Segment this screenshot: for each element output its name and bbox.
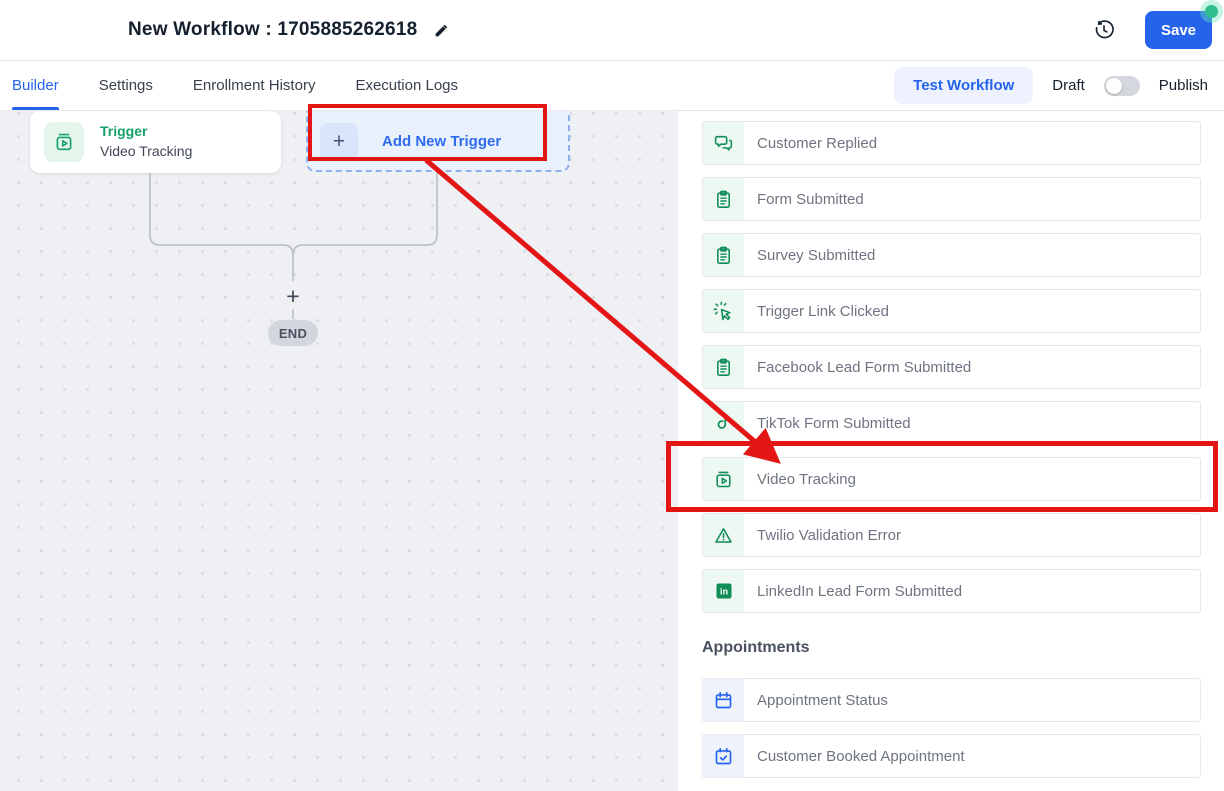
trigger-option-twilio-validation-error[interactable]: Twilio Validation Error [702, 513, 1201, 557]
trigger-option-label: Survey Submitted [757, 247, 875, 264]
clipboard-icon [703, 234, 744, 276]
trigger-node-text: Trigger Video Tracking [100, 122, 192, 161]
tab-execution-logs[interactable]: Execution Logs [355, 61, 458, 110]
clipboard-icon [703, 346, 744, 388]
trigger-option-linkedin-lead-form[interactable]: LinkedIn Lead Form Submitted [702, 569, 1201, 613]
tab-builder[interactable]: Builder [12, 61, 59, 110]
trigger-option-form-submitted[interactable]: Form Submitted [702, 177, 1201, 221]
trigger-picker-panel: Customer Replied Form Submitted Survey S… [678, 111, 1224, 791]
trigger-option-trigger-link-clicked[interactable]: Trigger Link Clicked [702, 289, 1201, 333]
video-tracking-icon [703, 458, 744, 500]
publish-label: Publish [1159, 77, 1208, 94]
trigger-node-title: Trigger [100, 122, 192, 142]
trigger-option-label: Form Submitted [757, 191, 864, 208]
publish-toggle-knob [1106, 78, 1122, 94]
appointments-section-header: Appointments [702, 639, 1224, 657]
trigger-option-label: Facebook Lead Form Submitted [757, 359, 971, 376]
trigger-option-label: TikTok Form Submitted [757, 415, 911, 432]
calendar-check-icon [703, 735, 744, 777]
trigger-option-label: Appointment Status [757, 692, 888, 709]
trigger-option-facebook-lead-form[interactable]: Facebook Lead Form Submitted [702, 345, 1201, 389]
pencil-icon[interactable] [433, 22, 450, 39]
unsaved-changes-dot [1205, 5, 1218, 18]
history-clock-icon[interactable] [1093, 19, 1115, 41]
trigger-option-tiktok-form[interactable]: TikTok Form Submitted [702, 401, 1201, 445]
link-click-icon [703, 290, 744, 332]
trigger-option-customer-replied[interactable]: Customer Replied [702, 121, 1201, 165]
warning-triangle-icon [703, 514, 744, 556]
trigger-option-label: Twilio Validation Error [757, 527, 901, 544]
tab-enrollment-history[interactable]: Enrollment History [193, 61, 316, 110]
tab-settings[interactable]: Settings [99, 61, 153, 110]
workflow-builder-page: New Workflow : 1705885262618 Save Builde [0, 0, 1224, 791]
trigger-option-label: Customer Booked Appointment [757, 748, 965, 765]
trigger-option-appointment-status[interactable]: Appointment Status [702, 678, 1201, 722]
publish-toggle[interactable] [1104, 76, 1140, 96]
chat-icon [703, 122, 744, 164]
clipboard-icon [703, 178, 744, 220]
tab-bar-actions: Test Workflow Draft Publish [894, 67, 1212, 104]
trigger-option-survey-submitted[interactable]: Survey Submitted [702, 233, 1201, 277]
video-tracking-icon [44, 122, 84, 162]
header-actions: Save [1093, 11, 1224, 49]
trigger-option-label: LinkedIn Lead Form Submitted [757, 583, 962, 600]
linkedin-icon [703, 570, 744, 612]
trigger-node-subtitle: Video Tracking [100, 142, 192, 162]
trigger-option-customer-booked-appointment[interactable]: Customer Booked Appointment [702, 734, 1201, 778]
tiktok-icon [703, 402, 744, 444]
header: New Workflow : 1705885262618 Save [0, 0, 1224, 61]
save-button-label: Save [1161, 22, 1196, 39]
trigger-option-label: Video Tracking [757, 471, 856, 488]
test-workflow-button[interactable]: Test Workflow [894, 67, 1033, 104]
workflow-title: New Workflow : 1705885262618 [128, 19, 417, 41]
add-new-trigger-button[interactable]: + Add New Trigger [306, 111, 570, 172]
plus-icon: + [320, 123, 358, 161]
add-new-trigger-label: Add New Trigger [382, 133, 501, 150]
add-step-plus-button[interactable]: + [279, 283, 307, 309]
save-button[interactable]: Save [1145, 11, 1212, 49]
trigger-option-video-tracking[interactable]: Video Tracking [702, 457, 1201, 501]
branch-connector-lines [0, 111, 678, 791]
tabs: Builder Settings Enrollment History Exec… [12, 61, 458, 110]
trigger-option-label: Customer Replied [757, 135, 877, 152]
trigger-option-label: Trigger Link Clicked [757, 303, 889, 320]
workflow-canvas[interactable]: Trigger Video Tracking + Add New Trigger… [0, 111, 678, 791]
trigger-node-card[interactable]: Trigger Video Tracking [30, 111, 281, 173]
draft-label: Draft [1052, 77, 1085, 94]
end-node: END [268, 320, 318, 346]
calendar-icon [703, 679, 744, 721]
tab-bar: Builder Settings Enrollment History Exec… [0, 61, 1224, 111]
